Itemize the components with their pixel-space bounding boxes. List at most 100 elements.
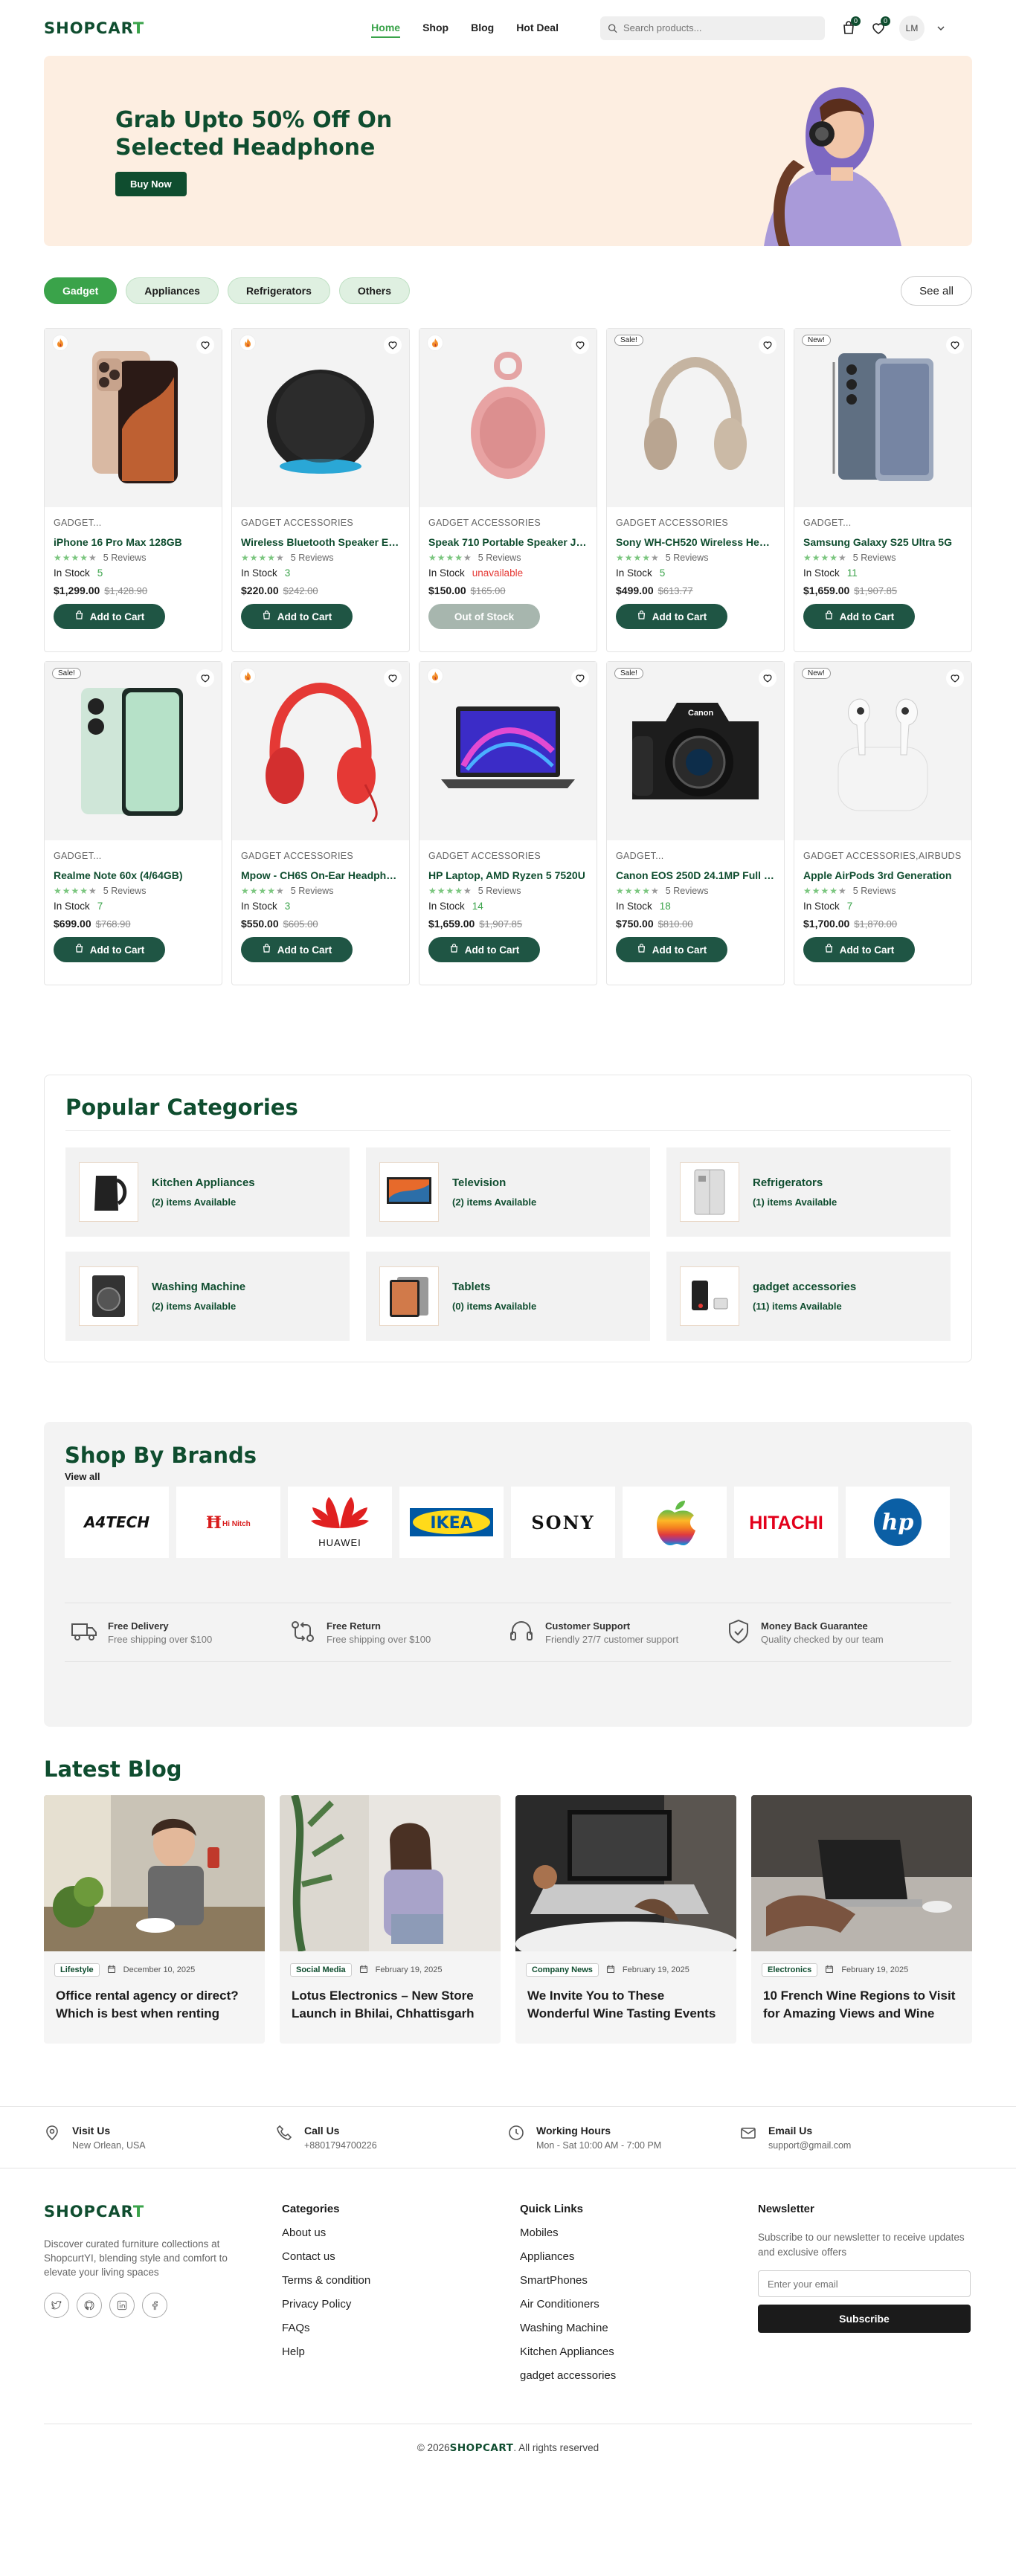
filter-chip-refrigerators[interactable]: Refrigerators — [227, 277, 330, 304]
wishlist-button[interactable]: 0 — [869, 16, 890, 37]
product-name[interactable]: Apple AirPods 3rd Generation — [803, 869, 962, 881]
wishlist-heart-icon[interactable] — [759, 669, 777, 687]
product-card[interactable]: GADGET ACCESSORIES HP Laptop, AMD Ryzen 5… — [419, 661, 597, 985]
product-card[interactable]: GADGET... iPhone 16 Pro Max 128GB ★★★★★ 5 R… — [44, 328, 222, 652]
blog-image[interactable] — [515, 1795, 736, 1951]
out-of-stock-button[interactable]: Out of Stock — [428, 604, 540, 629]
product-image[interactable]: Sale! — [45, 662, 222, 840]
product-image[interactable] — [232, 329, 409, 507]
category-card[interactable]: Kitchen Appliances (2) items Available — [65, 1147, 350, 1237]
brand-logo-huawei[interactable]: HUAWEI — [288, 1487, 392, 1558]
footer-link[interactable]: Mobiles — [520, 2226, 758, 2239]
filter-chip-others[interactable]: Others — [338, 277, 410, 304]
product-card[interactable]: Sale! GADGET ACCESSORIES Sony WH-CH520 Wir… — [606, 328, 785, 652]
nav-home[interactable]: Home — [371, 19, 401, 38]
add-to-cart-button[interactable]: Add to Cart — [616, 937, 727, 962]
product-name[interactable]: HP Laptop, AMD Ryzen 5 7520U — [428, 869, 588, 881]
add-to-cart-button[interactable]: Add to Cart — [616, 604, 727, 629]
cart-button[interactable]: 0 — [840, 16, 861, 37]
wishlist-heart-icon[interactable] — [759, 336, 777, 354]
product-card[interactable]: Canon Sale! GADGET... Canon EOS 250D 24.1MP… — [606, 661, 785, 985]
brand-logo-sony[interactable]: SONY — [511, 1487, 615, 1558]
wishlist-heart-icon[interactable] — [384, 669, 402, 687]
blog-card[interactable]: Company News February 19, 2025 We Invite Y… — [515, 1795, 736, 2044]
brand-logo-hi-nitch[interactable]: Ħ Hi Nitch — [176, 1487, 280, 1558]
product-image[interactable]: New! — [794, 662, 971, 840]
footer-link[interactable]: Help — [282, 2345, 520, 2358]
nav-shop[interactable]: Shop — [422, 19, 448, 38]
blog-image[interactable] — [280, 1795, 501, 1951]
footer-link[interactable]: Terms & condition — [282, 2274, 520, 2287]
footer-link[interactable]: FAQs — [282, 2322, 520, 2334]
newsletter-email-input[interactable] — [758, 2270, 971, 2297]
product-card[interactable]: New! GADGET... Samsung Galaxy S25 Ultra 5G… — [794, 328, 972, 652]
product-image[interactable]: New! — [794, 329, 971, 507]
github-icon[interactable] — [77, 2293, 102, 2318]
footer-link[interactable]: About us — [282, 2226, 520, 2239]
category-card[interactable]: Refrigerators (1) items Available — [666, 1147, 951, 1237]
add-to-cart-button[interactable]: Add to Cart — [54, 937, 165, 962]
add-to-cart-button[interactable]: Add to Cart — [428, 937, 540, 962]
footer-link[interactable]: Washing Machine — [520, 2322, 758, 2334]
brand-logo-hp[interactable]: hp — [846, 1487, 950, 1558]
product-card[interactable]: GADGET ACCESSORIES Speak 710 Portable Spe… — [419, 328, 597, 652]
avatar[interactable]: LM — [898, 15, 925, 41]
blog-card[interactable]: Social Media February 19, 2025 Lotus Elect… — [280, 1795, 501, 2044]
product-card[interactable]: Sale! GADGET... Realme Note 60x (4/64GB) ★★… — [44, 661, 222, 985]
product-name[interactable]: Sony WH-CH520 Wireless Headphones — [616, 536, 775, 548]
wishlist-heart-icon[interactable] — [196, 669, 214, 687]
filter-chip-appliances[interactable]: Appliances — [126, 277, 219, 304]
buy-now-button[interactable]: Buy Now — [115, 172, 187, 196]
twitter-icon[interactable] — [44, 2293, 69, 2318]
chevron-down-icon[interactable] — [936, 24, 945, 33]
wishlist-heart-icon[interactable] — [571, 336, 589, 354]
wishlist-heart-icon[interactable] — [384, 336, 402, 354]
product-image[interactable]: Canon Sale! — [607, 662, 784, 840]
see-all-button[interactable]: See all — [901, 276, 972, 306]
add-to-cart-button[interactable]: Add to Cart — [803, 604, 915, 629]
contact-value[interactable]: support@gmail.com — [768, 2140, 851, 2151]
footer-link[interactable]: Privacy Policy — [282, 2298, 520, 2311]
brand-logo-apple[interactable] — [623, 1487, 727, 1558]
nav-blog[interactable]: Blog — [471, 19, 494, 38]
blog-tag[interactable]: Electronics — [762, 1963, 818, 1977]
product-name[interactable]: Canon EOS 250D 24.1MP Full HD — [616, 869, 775, 881]
product-name[interactable]: Speak 710 Portable Speaker JBL — [428, 536, 588, 548]
contact-value[interactable]: Mon - Sat 10:00 AM - 7:00 PM — [536, 2140, 661, 2151]
add-to-cart-button[interactable]: Add to Cart — [241, 937, 353, 962]
nav-hot-deal[interactable]: Hot Deal — [516, 19, 559, 38]
brand-logo-hitachi[interactable]: HITACHI — [734, 1487, 838, 1558]
linkedin-icon[interactable] — [109, 2293, 135, 2318]
blog-tag[interactable]: Company News — [526, 1963, 599, 1977]
facebook-icon[interactable] — [142, 2293, 167, 2318]
logo[interactable]: SHOPCART — [44, 19, 144, 37]
brand-logo-a4tech[interactable]: A4TECH — [65, 1487, 169, 1558]
add-to-cart-button[interactable]: Add to Cart — [241, 604, 353, 629]
product-card[interactable]: New! GADGET ACCESSORIES,AIRBUDS Apple AirP… — [794, 661, 972, 985]
contact-value[interactable]: +8801794700226 — [304, 2140, 377, 2151]
product-image[interactable] — [419, 329, 597, 507]
add-to-cart-button[interactable]: Add to Cart — [54, 604, 165, 629]
footer-link[interactable]: Kitchen Appliances — [520, 2345, 758, 2358]
blog-tag[interactable]: Social Media — [290, 1963, 352, 1977]
product-image[interactable] — [419, 662, 597, 840]
wishlist-heart-icon[interactable] — [946, 336, 964, 354]
product-image[interactable] — [232, 662, 409, 840]
footer-link[interactable]: Appliances — [520, 2250, 758, 2263]
category-card[interactable]: Tablets (0) items Available — [366, 1252, 650, 1341]
search-input[interactable] — [623, 22, 817, 33]
product-name[interactable]: Wireless Bluetooth Speaker Echo — [241, 536, 400, 548]
footer-link[interactable]: SmartPhones — [520, 2274, 758, 2287]
product-image[interactable] — [45, 329, 222, 507]
blog-title[interactable]: We Invite You to These Wonderful Wine Ta… — [515, 1977, 736, 2023]
product-name[interactable]: Realme Note 60x (4/64GB) — [54, 869, 213, 881]
blog-image[interactable] — [44, 1795, 265, 1951]
wishlist-heart-icon[interactable] — [196, 336, 214, 354]
blog-title[interactable]: Lotus Electronics – New Store Launch in … — [280, 1977, 501, 2023]
footer-link[interactable]: Contact us — [282, 2250, 520, 2263]
category-card[interactable]: Washing Machine (2) items Available — [65, 1252, 350, 1341]
blog-tag[interactable]: Lifestyle — [54, 1963, 100, 1977]
blog-card[interactable]: Lifestyle December 10, 2025 Office rental … — [44, 1795, 265, 2044]
blog-card[interactable]: Electronics February 19, 2025 10 French Wi… — [751, 1795, 972, 2044]
product-name[interactable]: Samsung Galaxy S25 Ultra 5G — [803, 536, 962, 548]
